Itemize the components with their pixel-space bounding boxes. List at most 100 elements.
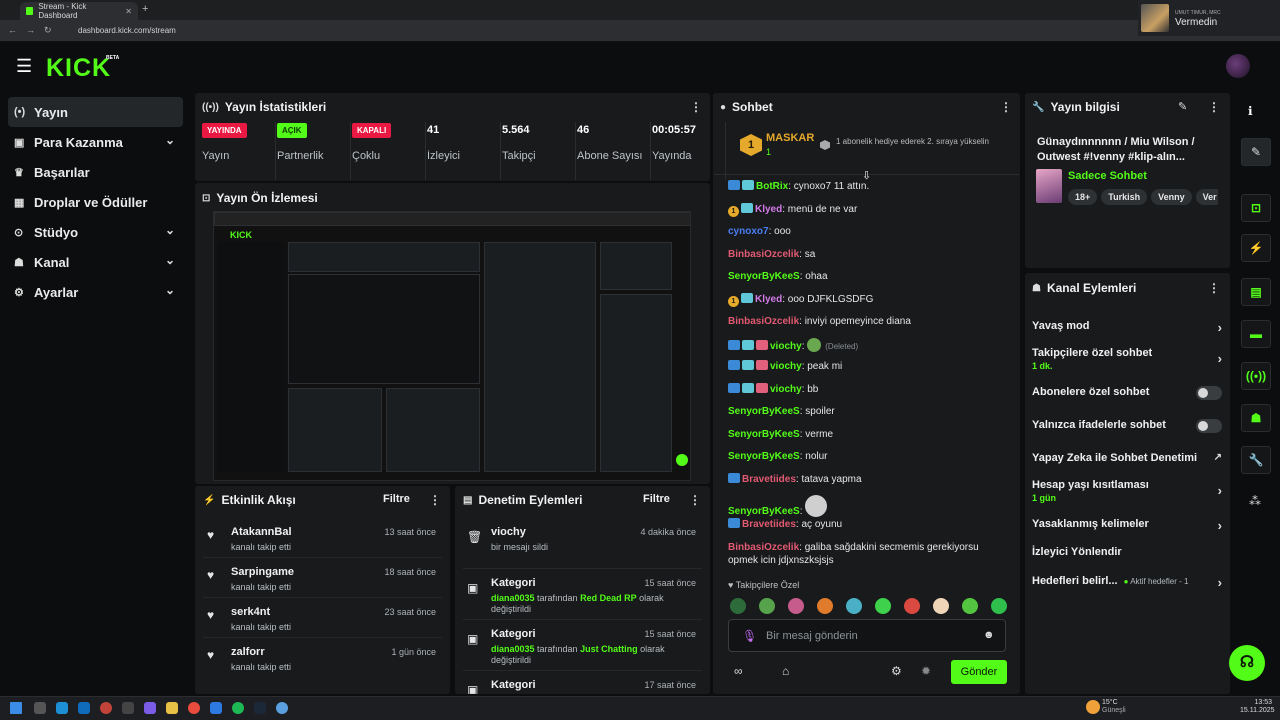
emote-icon[interactable] (846, 598, 862, 614)
app-icon-purple[interactable] (144, 702, 156, 714)
chevron-right-icon[interactable]: › (1218, 518, 1222, 533)
chat-username[interactable]: SenyorByKeeS (728, 406, 800, 417)
chat-username[interactable]: Klyed (755, 294, 782, 305)
stream-tag[interactable]: 18+ (1068, 189, 1098, 205)
sidebar-item-4[interactable]: ⊙ Stüdyo ⌄ (8, 217, 183, 247)
chat-settings-icon[interactable]: ⚙ (891, 664, 902, 678)
app-icon-blue[interactable] (210, 702, 222, 714)
moderation-item[interactable]: ▣ Kategori 17 saat önce (455, 671, 710, 694)
activity-item[interactable]: ♥ Sarpingame kanalı takip etti 18 saat önce (195, 558, 450, 598)
activity-item[interactable]: ♥ AtakannBal kanalı takip etti 13 saat önce (195, 518, 450, 558)
user-avatar[interactable] (1226, 54, 1250, 78)
chevron-right-icon[interactable]: › (1218, 320, 1222, 335)
weather[interactable]: 15°C Güneşli (1102, 699, 1126, 715)
chat-message[interactable]: SenyorByKeeS: (728, 495, 1010, 518)
activity-item[interactable]: ♥ zalforr kanalı takip etti 1 gün önce (195, 638, 450, 678)
taskview-icon[interactable] (34, 702, 46, 714)
chat-username[interactable]: viochy (770, 361, 802, 372)
chat-message[interactable]: cynoxo7: ooo (728, 225, 1010, 238)
chat-message[interactable]: Bravetiides: tatava yapma (728, 472, 1010, 486)
sidebar-item-0[interactable]: (•) Yayın (8, 97, 183, 127)
chat-message[interactable]: 1 Klyed: ooo DJFKLGSDFG (728, 292, 1010, 307)
chat-menu-icon[interactable]: ⋮ (1000, 100, 1012, 114)
channel-action-0[interactable]: Yavaş mod › (1032, 320, 1222, 335)
chat-message[interactable]: BinbasiOzcelik: galiba sağdakini secmemi… (728, 541, 1010, 567)
toggle-switch[interactable] (1196, 386, 1222, 400)
rail-wrench-icon[interactable]: 🔧 (1241, 446, 1271, 474)
sidebar-item-2[interactable]: ♛ Başarılar (8, 157, 183, 187)
terminal-icon[interactable] (122, 702, 134, 714)
chevron-right-icon[interactable]: › (1218, 351, 1222, 366)
channel-action-8[interactable]: Hedefleri belirl... ● Aktif hedefler - 1 › (1032, 575, 1222, 590)
chat-username[interactable]: SenyorByKeeS (728, 429, 800, 440)
close-tab-icon[interactable]: ✕ (125, 7, 132, 16)
rail-apps-icon[interactable]: ⁂ (1249, 494, 1261, 508)
emote-icon[interactable] (759, 598, 775, 614)
store-icon[interactable]: ⌂ (782, 664, 789, 678)
chevron-down-icon[interactable]: ⌄ (165, 133, 175, 147)
toggle-switch[interactable] (1196, 419, 1222, 433)
spotify-icon[interactable] (232, 702, 244, 714)
activity-user[interactable]: Sarpingame (231, 566, 294, 578)
activity-filter-button[interactable]: Filtre (383, 493, 410, 505)
chat-username[interactable]: Bravetiides (742, 519, 796, 530)
app-icon-light[interactable] (276, 702, 288, 714)
channel-action-1[interactable]: Takipçilere özel sohbet 1 dk. › (1032, 347, 1222, 371)
chat-message[interactable]: viochy: peak mi (728, 360, 1010, 373)
emote-icon[interactable] (730, 598, 746, 614)
emote-icon[interactable] (904, 598, 920, 614)
chat-username[interactable]: BinbasiOzcelik (728, 316, 799, 327)
clock[interactable]: 13:53 15.11.2025 (1240, 699, 1275, 715)
badge-icon[interactable]: ✹ (921, 664, 931, 678)
emoji-icon[interactable]: ☻ (983, 629, 995, 641)
chat-username[interactable]: Bravetiides (742, 474, 796, 485)
chevron-right-icon[interactable]: › (1218, 575, 1222, 590)
rail-edit-icon[interactable]: ✎ (1241, 138, 1271, 166)
chat-username[interactable]: cynoxo7 (728, 226, 769, 237)
sidebar-item-6[interactable]: ⚙ Ayarlar ⌄ (8, 277, 183, 307)
emote-icon[interactable] (991, 598, 1007, 614)
chat-input-placeholder[interactable]: Bir mesaj gönderin (766, 630, 858, 642)
emote-icon[interactable] (817, 598, 833, 614)
browser-tab[interactable]: Stream - Kick Dashboard ✕ (20, 2, 138, 20)
rail-lightning-icon[interactable]: ⚡ (1241, 234, 1271, 262)
chevron-down-icon[interactable]: ⌄ (165, 253, 175, 267)
emote-icon[interactable] (933, 598, 949, 614)
rail-channel-icon[interactable]: ☗ (1241, 404, 1271, 432)
moderation-category[interactable]: Just Chatting (580, 644, 638, 654)
external-link-icon[interactable]: ↗ (1214, 452, 1222, 463)
emote-icon[interactable] (875, 598, 891, 614)
channel-action-6[interactable]: Yasaklanmış kelimeler › (1032, 518, 1222, 533)
stream-tag[interactable]: Venny (1151, 189, 1192, 205)
chat-message[interactable]: SenyorByKeeS: spoiler (728, 405, 1010, 418)
help-headset-icon[interactable]: ☊ (1229, 645, 1265, 681)
activity-item[interactable]: ♥ serk4nt kanalı takip etti 23 saat önce (195, 598, 450, 638)
moderation-user[interactable]: diana0035 (491, 644, 535, 654)
chat-message[interactable]: SenyorByKeeS: nolur (728, 450, 1010, 463)
send-button[interactable]: Gönder (951, 660, 1007, 684)
channel-action-5[interactable]: Hesap yaşı kısıtlaması 1 gün › (1032, 479, 1222, 503)
back-icon[interactable]: ← (8, 25, 17, 35)
forward-icon[interactable]: → (26, 25, 35, 35)
chat-username[interactable]: Klyed (755, 204, 782, 215)
rail-broadcast-icon[interactable]: ((•)) (1241, 362, 1271, 390)
chat-message[interactable]: BinbasiOzcelik: inviyi opemeyince diana (728, 315, 1010, 328)
moderation-category[interactable]: Red Dead RP (580, 593, 637, 603)
stream-tag[interactable]: Turkish (1101, 189, 1148, 205)
channel-action-3[interactable]: Yalnızca ifadelerle sohbet (1032, 419, 1222, 433)
chevron-right-icon[interactable]: › (1218, 483, 1222, 498)
new-tab-button[interactable]: + (142, 3, 148, 15)
channel-action-4[interactable]: Yapay Zeka ile Sohbet Denetimi ↗ (1032, 452, 1222, 464)
sidebar-item-1[interactable]: ▣ Para Kazanma ⌄ (8, 127, 183, 157)
app-icon-red[interactable] (100, 702, 112, 714)
chevron-down-icon[interactable]: ⌄ (165, 283, 175, 297)
rail-notes-icon[interactable]: ▤ (1241, 278, 1271, 306)
steam-icon[interactable] (254, 702, 266, 714)
kick-logo[interactable]: KICK (46, 54, 111, 83)
chat-username[interactable]: BinbasiOzcelik (728, 542, 799, 553)
moderation-item[interactable]: ▣ Kategori diana0035 tarafından Red Dead R… (455, 569, 710, 620)
url-input[interactable]: dashboard.kick.com/stream (68, 24, 1138, 38)
stream-preview-video[interactable]: KICK (213, 211, 691, 481)
activity-user[interactable]: serk4nt (231, 606, 270, 618)
chat-username[interactable]: BotRix (756, 181, 788, 192)
